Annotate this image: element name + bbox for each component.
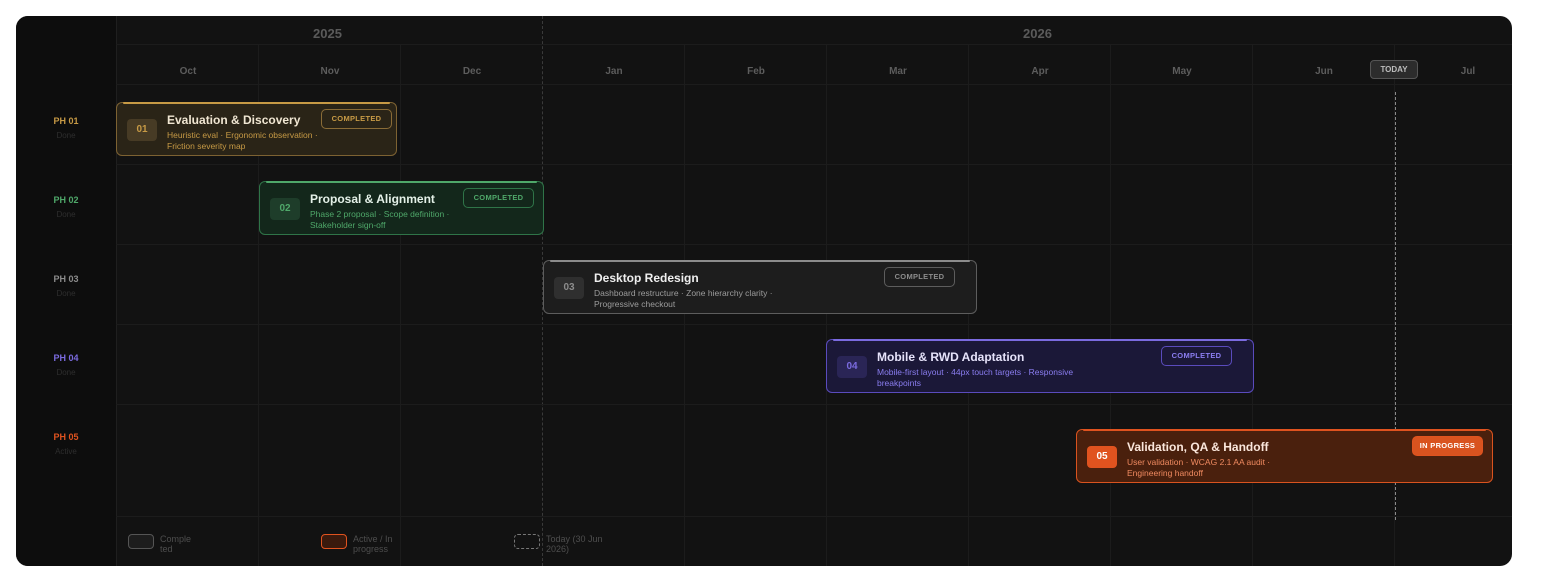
legend-swatch-completed: [128, 534, 154, 549]
bar-accent: [266, 181, 537, 183]
phase-label-02: PH 02 Done: [16, 195, 116, 219]
legend-label-today: Today (30 Jun 2026): [546, 534, 603, 554]
grid-line: [400, 44, 401, 566]
bar-accent: [833, 339, 1247, 341]
row-line: [116, 84, 1512, 85]
status-badge: IN PROGRESS: [1412, 436, 1483, 456]
phase-label-04: PH 04 Done: [16, 353, 116, 377]
phase-label-03: PH 03 Done: [16, 274, 116, 298]
month-apr: Apr: [1031, 66, 1049, 77]
phase-bar-01[interactable]: 01 Evaluation & Discovery Heuristic eval…: [116, 102, 397, 156]
phase-label-05: PH 05 Active: [16, 432, 116, 456]
status-badge: COMPLETED: [321, 109, 392, 129]
phase-state: Active: [55, 447, 77, 456]
status-badge: COMPLETED: [884, 267, 955, 287]
legend-label-completed: Comple ted: [160, 534, 192, 554]
timeline-panel: 2025 2026 Oct Nov Dec Jan Feb Mar Apr Ma…: [16, 16, 1512, 566]
phase-code: PH 05: [53, 432, 79, 442]
grid-line: [1252, 44, 1253, 566]
today-marker: TODAY: [1370, 60, 1418, 79]
legend-swatch-today: [514, 534, 540, 549]
phase-description: Mobile-first layout · 44px touch targets…: [877, 367, 1074, 388]
bar-accent: [550, 260, 970, 262]
row-line: [116, 164, 1512, 165]
row-line: [116, 44, 1512, 45]
phase-title: Desktop Redesign: [594, 271, 699, 285]
phase-bar-04[interactable]: 04 Mobile & RWD Adaptation Mobile-first …: [826, 339, 1254, 393]
year-2025: 2025: [313, 26, 342, 41]
year-2026: 2026: [1023, 26, 1052, 41]
month-feb: Feb: [747, 66, 765, 77]
phase-number-badge: 03: [554, 277, 584, 299]
phase-title: Mobile & RWD Adaptation: [877, 350, 1025, 364]
phase-description: User validation · WCAG 2.1 AA audit · En…: [1127, 457, 1271, 478]
status-badge: COMPLETED: [1161, 346, 1232, 366]
month-nov: Nov: [320, 66, 340, 77]
row-line: [116, 324, 1512, 325]
phase-description: Phase 2 proposal · Scope definition · St…: [310, 209, 450, 230]
phase-number-badge: 04: [837, 356, 867, 378]
row-line: [116, 516, 1512, 517]
phase-code: PH 01: [53, 116, 79, 126]
phase-title: Validation, QA & Handoff: [1127, 440, 1269, 454]
legend-label-active: Active / In progress: [353, 534, 393, 554]
phase-code: PH 02: [53, 195, 79, 205]
grid-line: [1110, 44, 1111, 566]
phase-title: Proposal & Alignment: [310, 192, 435, 206]
phase-state: Done: [56, 210, 76, 219]
month-dec: Dec: [462, 66, 482, 77]
phase-description: Dashboard restructure · Zone hierarchy c…: [594, 288, 773, 309]
status-badge: COMPLETED: [463, 188, 534, 208]
phase-description: Heuristic eval · Ergonomic observation ·…: [167, 130, 318, 151]
bar-accent: [1083, 429, 1486, 431]
phase-state: Done: [56, 289, 76, 298]
phase-number-badge: 05: [1087, 446, 1117, 468]
phase-number-badge: 02: [270, 198, 300, 220]
phase-code: PH 03: [53, 274, 79, 284]
month-may: May: [1172, 66, 1192, 77]
phase-label-01: PH 01 Done: [16, 116, 116, 140]
month-mar: Mar: [889, 66, 907, 77]
phase-code: PH 04: [53, 353, 79, 363]
phase-state: Done: [56, 131, 76, 140]
month-oct: Oct: [179, 66, 197, 77]
month-jan: Jan: [605, 66, 623, 77]
phase-number-badge: 01: [127, 119, 157, 141]
phase-bar-02[interactable]: 02 Proposal & Alignment Phase 2 proposal…: [259, 181, 544, 235]
phase-title: Evaluation & Discovery: [167, 113, 301, 127]
row-line: [116, 404, 1512, 405]
phase-bar-03[interactable]: 03 Desktop Redesign Dashboard restructur…: [543, 260, 977, 314]
phase-state: Done: [56, 368, 76, 377]
bar-accent: [123, 102, 390, 104]
row-line: [116, 244, 1512, 245]
legend-swatch-active: [321, 534, 347, 549]
phase-bar-05[interactable]: 05 Validation, QA & Handoff User validat…: [1076, 429, 1493, 483]
